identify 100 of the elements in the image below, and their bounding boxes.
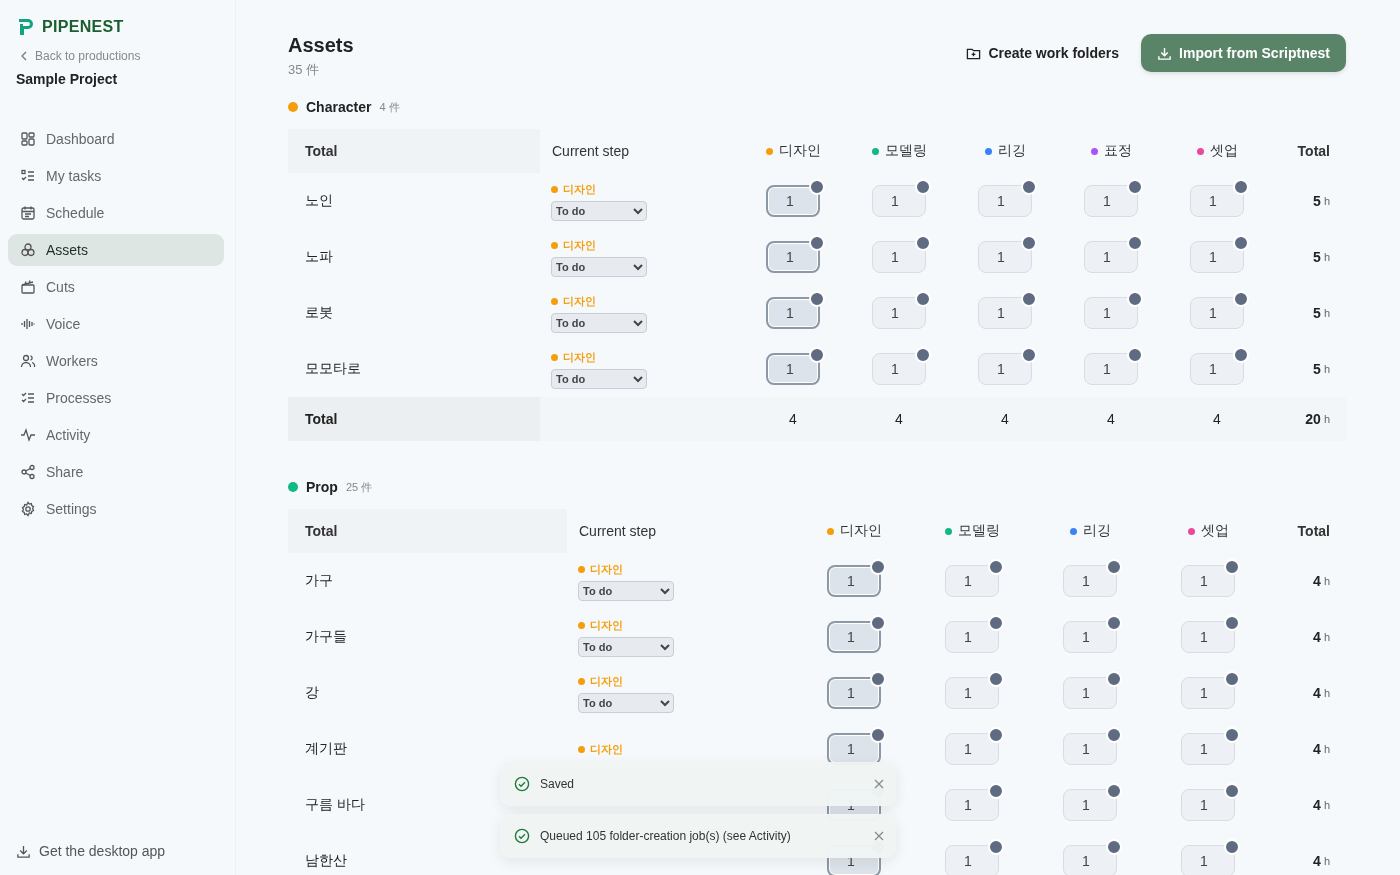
status-dot [1106,671,1122,687]
estimate-input[interactable]: 1 [945,789,999,821]
estimate-input[interactable]: 1 [872,241,926,273]
estimate-input[interactable]: 1 [766,297,820,329]
estimate-input[interactable]: 1 [1181,677,1235,709]
brand-name: PIPENEST [42,18,124,36]
status-dot [915,235,931,251]
unit-label: h [1323,413,1330,425]
status-dot [1233,179,1249,195]
estimate-input[interactable]: 1 [1181,733,1235,765]
asset-name: 남한산 [305,852,347,870]
total-label: Total [288,397,540,441]
estimate-input[interactable]: 1 [872,297,926,329]
estimate-input[interactable]: 1 [766,241,820,273]
sidebar-item[interactable]: Workers [8,345,224,377]
column-total: 4 [789,411,797,427]
estimate-input[interactable]: 1 [1084,241,1138,273]
estimate-input[interactable]: 1 [945,733,999,765]
estimate-input[interactable]: 1 [1190,297,1244,329]
estimate-input[interactable]: 1 [1190,185,1244,217]
column-header: 리깅 [997,142,1026,160]
estimate-input[interactable]: 1 [1190,353,1244,385]
estimate-input[interactable]: 1 [1063,565,1117,597]
estimate-input[interactable]: 1 [1181,565,1235,597]
estimate-input[interactable]: 1 [945,565,999,597]
gear-icon [20,501,36,517]
check-circle-icon [514,828,530,844]
estimate-input[interactable]: 1 [1181,789,1235,821]
estimate-input[interactable]: 1 [945,621,999,653]
status-dot [1021,235,1037,251]
estimate-input[interactable]: 1 [978,241,1032,273]
estimate-input[interactable]: 1 [1063,677,1117,709]
estimate-input[interactable]: 1 [945,845,999,875]
estimate-input[interactable]: 1 [766,353,820,385]
estimate-input[interactable]: 1 [766,185,820,217]
status-dot [1106,783,1122,799]
sidebar-item[interactable]: Dashboard [8,123,224,155]
estimate-input[interactable]: 1 [1084,185,1138,217]
estimate-input[interactable]: 1 [872,353,926,385]
row-total: 5 [1313,193,1321,209]
estimate-input[interactable]: 1 [978,185,1032,217]
estimate-input[interactable]: 1 [1063,733,1117,765]
status-select[interactable]: To do [578,692,674,713]
status-dot [1224,839,1240,855]
status-select[interactable]: To do [551,200,647,221]
asset-name: 로봇 [305,304,333,322]
status-select[interactable]: To do [578,580,674,601]
estimate-input[interactable]: 1 [827,565,881,597]
status-select[interactable]: To do [551,256,647,277]
sidebar-item[interactable]: Schedule [8,197,224,229]
current-step: 디자인 [590,617,623,633]
status-dot [809,179,825,195]
sidebar-item[interactable]: My tasks [8,160,224,192]
sidebar-item[interactable]: Settings [8,493,224,525]
close-icon[interactable] [874,779,884,789]
status-dot [1224,727,1240,743]
status-select[interactable]: To do [578,636,674,657]
estimate-input[interactable]: 1 [1181,621,1235,653]
column-header: Total [1296,522,1331,541]
estimate-input[interactable]: 1 [1063,845,1117,875]
tasks-icon [20,168,36,184]
estimate-input[interactable]: 1 [945,677,999,709]
unit-label: h [1323,799,1330,811]
estimate-input[interactable]: 1 [1063,789,1117,821]
status-dot [1233,291,1249,307]
estimate-input[interactable]: 1 [827,677,881,709]
current-step: 디자인 [563,293,596,309]
status-select[interactable]: To do [551,368,647,389]
estimate-input[interactable]: 1 [1063,621,1117,653]
column-header: 표정 [1103,142,1132,160]
status-dot [1106,559,1122,575]
sidebar-item[interactable]: Activity [8,419,224,451]
column-total: 4 [1001,411,1009,427]
import-button[interactable]: Import from Scriptnest [1141,34,1346,72]
sidebar-item[interactable]: Cuts [8,271,224,303]
desktop-app-link[interactable]: Get the desktop app [8,843,166,859]
estimate-input[interactable]: 1 [872,185,926,217]
status-dot [915,347,931,363]
toast-message: Saved [540,777,576,791]
estimate-input[interactable]: 1 [978,297,1032,329]
status-select[interactable]: To do [551,312,647,333]
unit-label: h [1323,307,1330,319]
column-header: 모델링 [957,522,1000,540]
sidebar-item[interactable]: Voice [8,308,224,340]
section-count: 4 件 [379,99,400,115]
close-icon[interactable] [874,831,884,841]
download-icon [1157,45,1173,61]
sidebar-item[interactable]: Assets [8,234,224,266]
sidebar-item[interactable]: Processes [8,382,224,414]
estimate-input[interactable]: 1 [1084,297,1138,329]
estimate-input[interactable]: 1 [978,353,1032,385]
estimate-input[interactable]: 1 [1190,241,1244,273]
estimate-input[interactable]: 1 [1181,845,1235,875]
row-total: 4 [1313,685,1321,701]
estimate-input[interactable]: 1 [1084,353,1138,385]
row-total: 4 [1313,741,1321,757]
row-total: 5 [1313,305,1321,321]
estimate-input[interactable]: 1 [827,621,881,653]
sidebar-item[interactable]: Share [8,456,224,488]
column-header: 셋업 [1209,142,1238,160]
